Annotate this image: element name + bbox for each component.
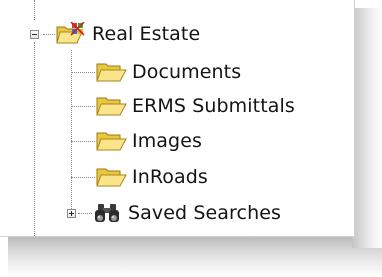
tree-node-label: Saved Searches — [128, 202, 282, 224]
folder-icon — [96, 129, 128, 153]
tree-node-erms-submittals[interactable]: ERMS Submittals — [96, 92, 295, 120]
tree-line-inroads — [71, 177, 95, 178]
collapse-toggle-real-estate[interactable] — [30, 30, 39, 39]
folder-icon — [96, 94, 128, 118]
plus-icon-v — [71, 211, 72, 216]
tree-line-root — [43, 34, 55, 35]
tree-node-label: Real Estate — [92, 23, 201, 45]
tree-node-real-estate[interactable]: Real Estate — [56, 20, 200, 48]
tree-line-saved-searches — [78, 213, 92, 214]
expand-toggle-saved-searches[interactable] — [67, 209, 76, 218]
tree-node-images[interactable]: Images — [96, 127, 202, 155]
tree-node-label: Images — [132, 130, 203, 152]
minus-icon — [32, 34, 37, 35]
binoculars-icon — [92, 201, 124, 225]
tree-line-documents — [71, 72, 95, 73]
tree-node-label: Documents — [132, 61, 242, 83]
tree-node-documents[interactable]: Documents — [96, 58, 241, 86]
tree-node-label: ERMS Submittals — [132, 95, 295, 117]
tree-node-saved-searches[interactable]: Saved Searches — [92, 199, 281, 227]
tree-line-left-edge-lower — [34, 42, 35, 236]
folder-tree-panel: Real Estate Documents ERMS Submittals Im… — [0, 0, 355, 237]
tree-node-label: InRoads — [132, 166, 208, 188]
tree-line-images — [71, 141, 95, 142]
tree-line-left-edge — [34, 0, 35, 20]
folder-icon — [96, 165, 128, 189]
folder-icon — [96, 60, 128, 84]
tree-line-children — [71, 50, 72, 209]
project-folder-icon — [56, 22, 88, 46]
window-shadow-right — [352, 8, 382, 248]
tree-line-erms — [71, 106, 95, 107]
window-shadow-bottom — [8, 236, 382, 277]
tree-node-inroads[interactable]: InRoads — [96, 163, 208, 191]
